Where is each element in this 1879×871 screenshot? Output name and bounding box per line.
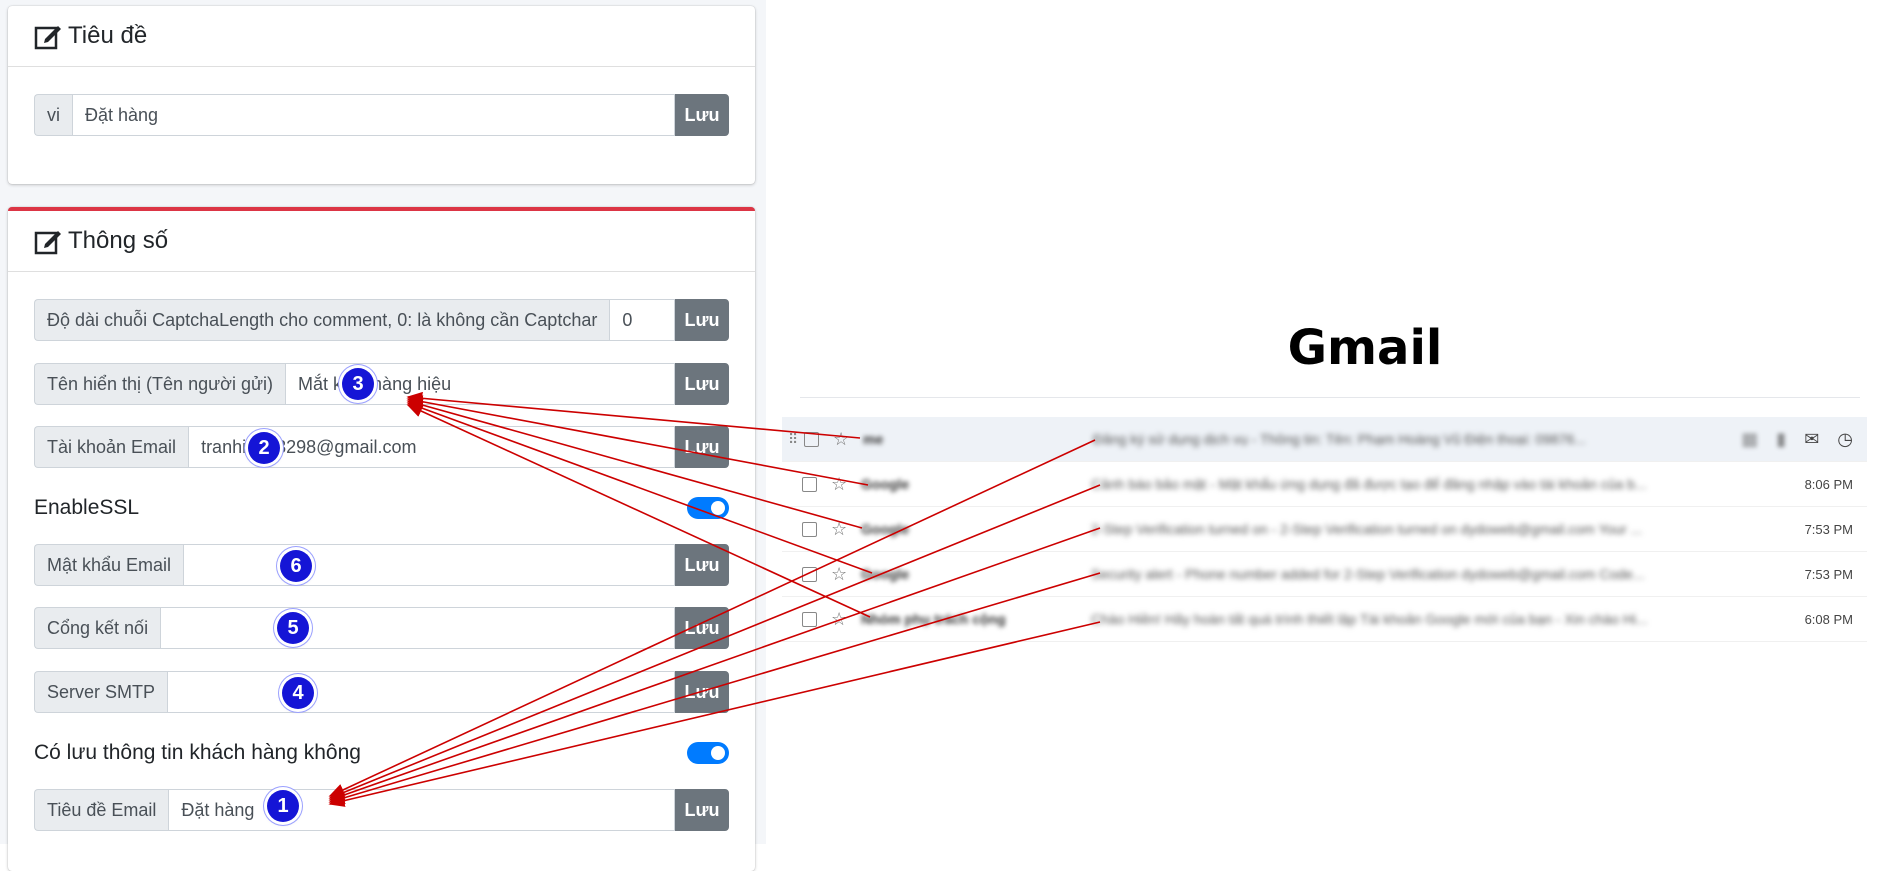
annotation-badge: 4 — [282, 677, 314, 709]
edit-icon — [34, 26, 61, 50]
port-input[interactable] — [160, 607, 675, 649]
star-icon[interactable]: ☆ — [833, 429, 853, 450]
checkbox[interactable] — [802, 476, 817, 492]
save-button[interactable]: Lưu — [675, 789, 729, 831]
star-icon[interactable]: ☆ — [831, 564, 851, 585]
mail-snippet: Chào Hiền! Hãy hoàn tất quá trình thiết … — [1091, 611, 1648, 627]
enable-ssl-row: EnableSSL — [34, 488, 729, 528]
params-card-heading: Thông số — [68, 227, 169, 254]
checkbox[interactable] — [804, 431, 819, 447]
save-customer-info-label: Có lưu thông tin khách hàng không — [34, 741, 361, 764]
mail-sender: Google — [861, 521, 910, 537]
checkbox[interactable] — [802, 566, 817, 582]
save-button[interactable]: Lưu — [675, 363, 729, 405]
star-icon[interactable]: ☆ — [831, 609, 851, 630]
language-label: vi — [34, 94, 72, 136]
title-card-heading: Tiêu đề — [68, 22, 148, 49]
mail-row[interactable]: ☆ Nhóm phụ trách cộng Chào Hiền! Hãy hoà… — [782, 597, 1867, 642]
email-account-row: Tài khoản Email tranhieu03298@gmail.com … — [34, 426, 729, 468]
mail-snippet: 2-Step Verification turned on - 2-Step V… — [1091, 521, 1643, 537]
star-icon[interactable]: ☆ — [831, 519, 851, 540]
params-card-header: Thông số — [8, 211, 755, 272]
enable-ssl-toggle[interactable] — [687, 497, 729, 519]
annotation-badge: 5 — [277, 612, 309, 644]
checkbox[interactable] — [802, 611, 817, 627]
email-password-label: Mật khẩu Email — [34, 544, 184, 586]
title-card: Tiêu đề vi Đặt hàng Lưu — [8, 6, 755, 184]
mail-snippet: Security alert - Phone number added for … — [1091, 566, 1645, 582]
captcha-length-input[interactable]: 0 — [609, 299, 675, 341]
save-button[interactable]: Lưu — [675, 607, 729, 649]
mail-sender: Google — [861, 566, 910, 582]
save-button[interactable]: Lưu — [675, 671, 729, 713]
title-row-vi: vi Đặt hàng Lưu — [34, 94, 729, 136]
mail-time: 8:06 PM — [1804, 476, 1853, 492]
save-button[interactable]: Lưu — [675, 299, 729, 341]
snooze-icon[interactable]: ◷ — [1837, 429, 1853, 450]
save-button[interactable]: Lưu — [675, 426, 729, 468]
smtp-server-row: Server SMTP Lưu — [34, 671, 729, 713]
email-subject-row: Tiêu đề Email Đặt hàng Lưu — [34, 789, 729, 831]
gmail-inbox-list: ⠿ ☆ me Đăng ký sử dụng dịch vụ - Thông t… — [782, 417, 1867, 642]
email-account-label: Tài khoản Email — [34, 426, 189, 468]
captcha-length-label: Độ dài chuỗi CaptchaLength cho comment, … — [34, 299, 610, 341]
save-customer-info-row: Có lưu thông tin khách hàng không — [34, 733, 729, 773]
annotation-badge: 6 — [280, 550, 312, 582]
mail-row[interactable]: ☆ Google Security alert - Phone number a… — [782, 552, 1867, 597]
smtp-server-label: Server SMTP — [34, 671, 168, 713]
mail-time: 6:08 PM — [1804, 611, 1853, 627]
divider — [800, 397, 1860, 398]
annotation-badge: 2 — [248, 432, 280, 464]
mail-time: 7:53 PM — [1804, 521, 1853, 537]
mail-sender: Nhóm phụ trách cộng — [861, 611, 1006, 627]
archive-icon[interactable]: ▦ — [1741, 429, 1758, 450]
title-card-header: Tiêu đề — [8, 6, 755, 67]
enable-ssl-label: EnableSSL — [34, 496, 140, 519]
annotation-badge: 3 — [342, 368, 374, 400]
params-card: Thông số Độ dài chuỗi CaptchaLength cho … — [8, 207, 755, 871]
title-input[interactable]: Đặt hàng — [72, 94, 675, 136]
sender-name-row: Tên hiển thị (Tên người gửi) Mắt kính hà… — [34, 363, 729, 405]
save-button[interactable]: Lưu — [675, 544, 729, 586]
edit-icon — [34, 231, 61, 255]
port-row: Cổng kết nối Lưu — [34, 607, 729, 649]
mail-sender: me — [863, 431, 884, 447]
captcha-length-row: Độ dài chuỗi CaptchaLength cho comment, … — [34, 299, 729, 341]
star-icon[interactable]: ☆ — [831, 474, 851, 495]
save-customer-info-toggle[interactable] — [687, 742, 729, 764]
mail-sender: Google — [861, 476, 910, 492]
save-button[interactable]: Lưu — [675, 94, 729, 136]
sender-name-label: Tên hiển thị (Tên người gửi) — [34, 363, 286, 405]
mail-time: 7:53 PM — [1804, 566, 1853, 582]
email-subject-input[interactable]: Đặt hàng — [168, 789, 675, 831]
port-label: Cổng kết nối — [34, 607, 161, 649]
drag-handle-icon[interactable]: ⠿ — [788, 431, 800, 448]
checkbox[interactable] — [802, 521, 817, 537]
email-password-input[interactable] — [183, 544, 675, 586]
mail-row[interactable]: ☆ Google Cảnh báo bảo mật - Mật khẩu ứng… — [782, 462, 1867, 507]
email-password-row: Mật khẩu Email Lưu — [34, 544, 729, 586]
delete-icon[interactable]: ▮ — [1776, 429, 1786, 450]
email-subject-label: Tiêu đề Email — [34, 789, 169, 831]
mail-hover-actions: ▦ ▮ ✉ ◷ — [1741, 429, 1867, 450]
annotation-badge: 1 — [267, 790, 299, 822]
gmail-title: Gmail — [1287, 320, 1443, 376]
mail-row[interactable]: ☆ Google 2-Step Verification turned on -… — [782, 507, 1867, 552]
mail-snippet: Cảnh báo bảo mật - Mật khẩu ứng dụng đã … — [1091, 476, 1647, 492]
mail-row[interactable]: ⠿ ☆ me Đăng ký sử dụng dịch vụ - Thông t… — [782, 417, 1867, 462]
smtp-server-input[interactable] — [167, 671, 675, 713]
mark-unread-icon[interactable]: ✉ — [1804, 429, 1819, 450]
mail-snippet: Đăng ký sử dụng dịch vụ - Thông tin: Tên… — [1093, 431, 1586, 447]
